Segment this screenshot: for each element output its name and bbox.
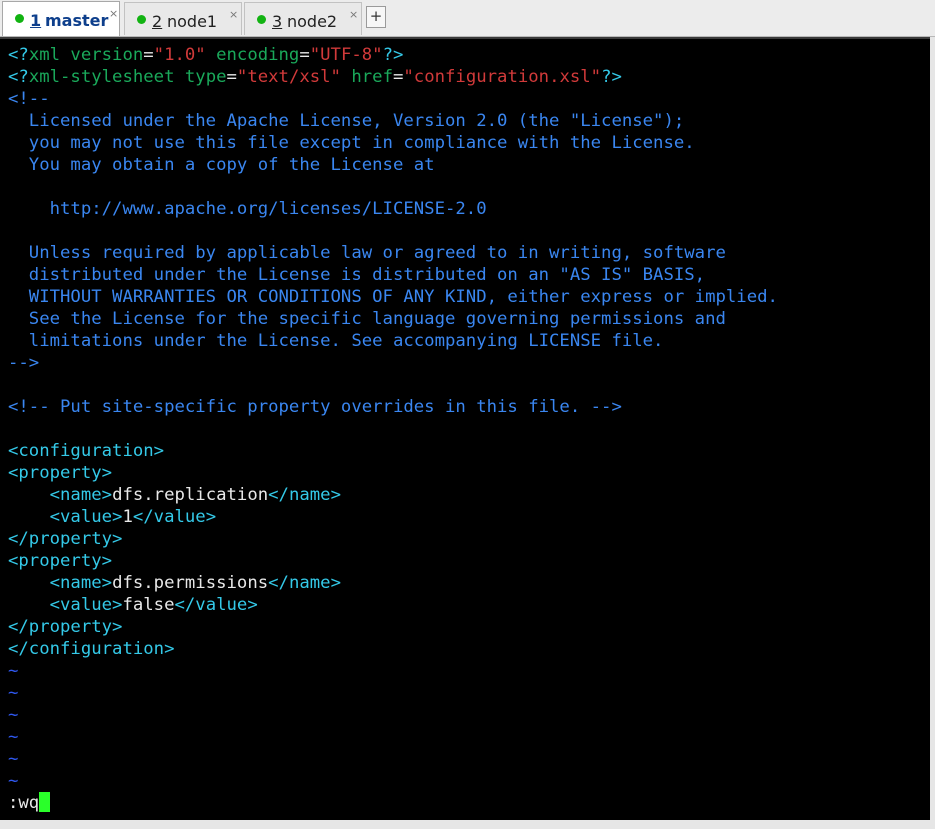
tab-master[interactable]: 1 master × (2, 1, 120, 36)
tab-label: node2 (287, 12, 338, 31)
property-close-tag: </property> (8, 529, 123, 549)
empty-line-tilde: ~ (8, 661, 19, 681)
property-close-tag: </property> (8, 617, 123, 637)
scrollbar[interactable] (930, 37, 935, 820)
command-text: :wq (8, 793, 40, 813)
empty-line-tilde: ~ (8, 771, 19, 791)
property-value-line: <value>1</value> (49, 507, 217, 527)
empty-line-tilde: ~ (8, 727, 19, 747)
configuration-open-tag: <configuration> (8, 441, 165, 461)
tab-number: 1 (30, 11, 42, 30)
xml-stylesheet-line: <?xml-stylesheet type="text/xsl" href="c… (8, 67, 622, 87)
comment-line: You may obtain a copy of the License at (8, 155, 435, 175)
property-name-line: <name>dfs.permissions</name> (49, 573, 341, 593)
connected-status-icon (137, 15, 146, 24)
new-tab-button[interactable]: + (366, 6, 386, 28)
close-tab-icon[interactable]: × (349, 8, 358, 21)
tab-label: master (45, 11, 109, 30)
comment-line: distributed under the License is distrib… (8, 265, 706, 285)
configuration-close-tag: </configuration> (8, 639, 175, 659)
comment-line: --> (8, 353, 40, 373)
comment-line: WITHOUT WARRANTIES OR CONDITIONS OF ANY … (8, 287, 778, 307)
xml-declaration-line: <?xml version="1.0" encoding="UTF-8"?> (8, 45, 404, 65)
comment-line: See the License for the specific languag… (8, 309, 726, 329)
empty-line-tilde: ~ (8, 705, 19, 725)
comment-line: limitations under the License. See accom… (8, 331, 664, 351)
tab-label: node1 (167, 12, 218, 31)
comment-line: <!-- (8, 89, 50, 109)
comment-line: Licensed under the Apache License, Versi… (8, 111, 685, 131)
comment-line: you may not use this file except in comp… (8, 133, 695, 153)
command-line[interactable]: :wq (8, 792, 51, 814)
session-tab-bar: 1 master × 2 node1 × 3 node2 × + (0, 0, 935, 37)
tab-number: 2 (152, 12, 163, 31)
connected-status-icon (257, 15, 266, 24)
property-name-line: <name>dfs.replication</name> (49, 485, 341, 505)
tab-node1[interactable]: 2 node1 × (124, 2, 242, 35)
comment-line: <!-- Put site-specific property override… (8, 397, 622, 417)
tab-node2[interactable]: 3 node2 × (244, 2, 362, 35)
comment-line: Unless required by applicable law or agr… (8, 243, 726, 263)
text-cursor (39, 792, 51, 812)
empty-line-tilde: ~ (8, 683, 19, 703)
property-open-tag: <property> (8, 551, 113, 571)
property-open-tag: <property> (8, 463, 113, 483)
close-tab-icon[interactable]: × (229, 8, 238, 21)
connected-status-icon (15, 14, 24, 23)
comment-line: http://www.apache.org/licenses/LICENSE-2… (8, 199, 487, 219)
property-value-line: <value>false</value> (49, 595, 258, 615)
terminal-window[interactable]: <?xml version="1.0" encoding="UTF-8"?> <… (0, 37, 930, 820)
empty-line-tilde: ~ (8, 749, 19, 769)
status-strip (0, 820, 935, 829)
tab-number: 3 (272, 12, 283, 31)
close-tab-icon[interactable]: × (109, 7, 118, 20)
